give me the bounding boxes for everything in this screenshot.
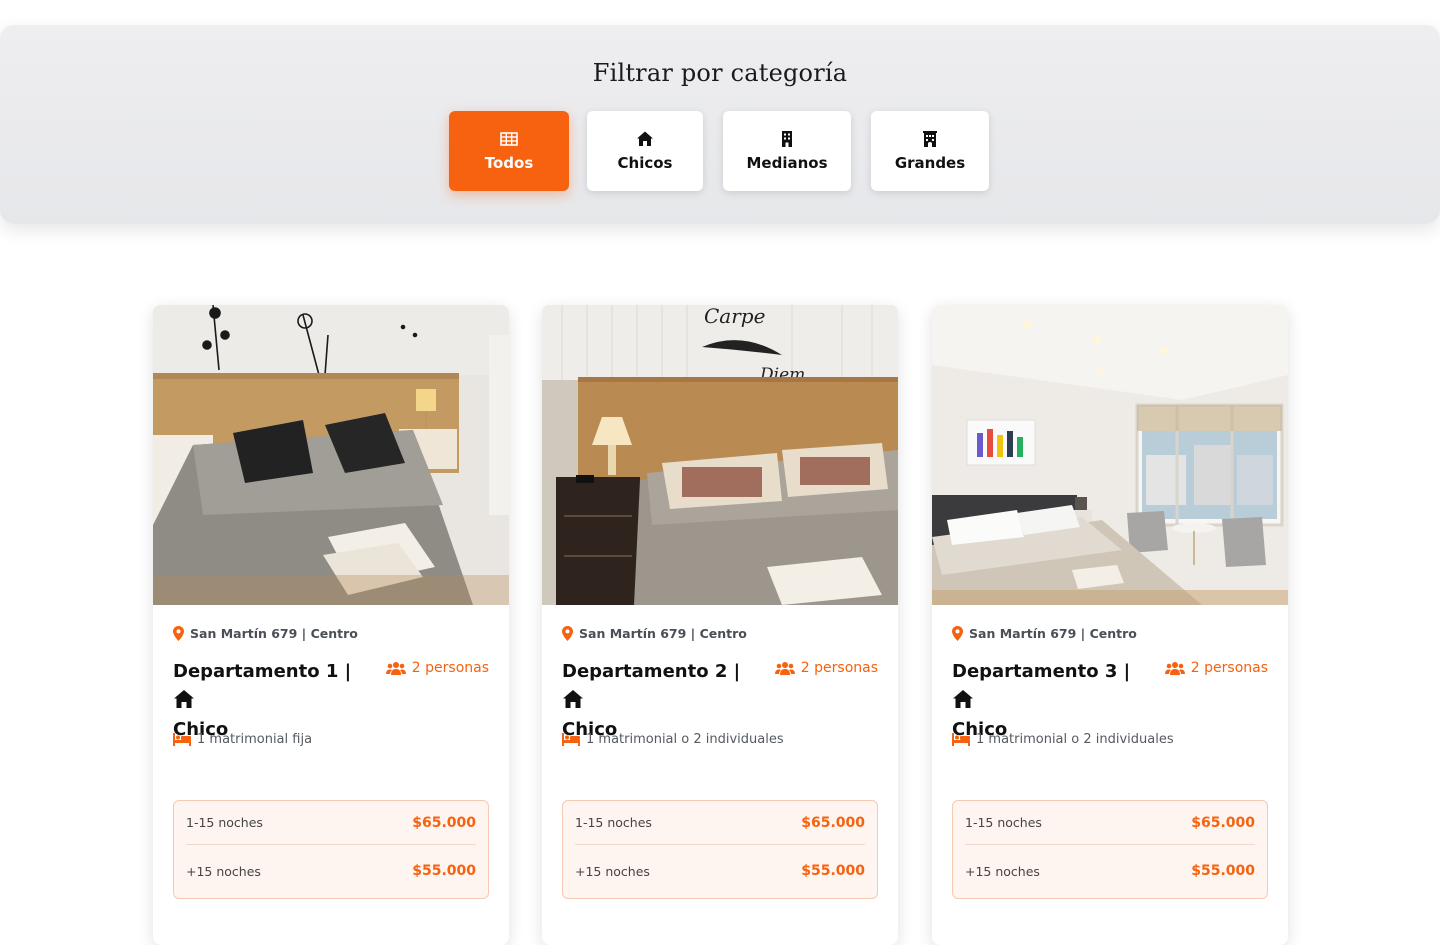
filter-button-label: Chicos (617, 154, 673, 172)
people-icon (1164, 661, 1185, 675)
price-table: 1-15 noches $65.000 +15 noches $55.000 (562, 800, 878, 899)
apartment-card-3[interactable]: San Martín 679 | Centro Departamento 3 |… (932, 305, 1288, 945)
beds-text: 1 matrimonial o 2 individuales (976, 732, 1174, 747)
category-filter-panel: Filtrar por categoría Todos Chicos Media… (0, 25, 1440, 224)
filter-button-grandes[interactable]: Grandes (871, 111, 989, 191)
filter-button-chicos[interactable]: Chicos (587, 111, 703, 191)
bedroom-photo (153, 305, 509, 605)
price-label: +15 noches (575, 863, 650, 879)
beds: 1 matrimonial fija (173, 732, 312, 747)
wall-text-carpe: Carpe (704, 305, 765, 328)
price-value: $65.000 (412, 814, 476, 831)
beds: 1 matrimonial o 2 individuales (952, 732, 1174, 747)
beds-text: 1 matrimonial o 2 individuales (586, 732, 784, 747)
people-icon (774, 661, 795, 675)
filter-button-label: Todos (484, 154, 534, 172)
home-icon (174, 690, 194, 708)
building-icon (782, 131, 792, 147)
apartment-card-2[interactable]: Carpe Diem San Martín 679 | Centro Depar… (542, 305, 898, 945)
capacity: 2 personas (774, 660, 878, 676)
price-row: +15 noches $55.000 (575, 849, 865, 893)
capacity-text: 2 personas (1190, 660, 1268, 676)
price-value: $65.000 (801, 814, 865, 831)
price-value: $55.000 (412, 863, 476, 879)
home-icon (637, 131, 653, 146)
price-row: 1-15 noches $65.000 (575, 801, 865, 845)
address: San Martín 679 | Centro (173, 626, 358, 641)
price-table: 1-15 noches $65.000 +15 noches $55.000 (173, 800, 489, 899)
capacity-text: 2 personas (411, 660, 489, 676)
apartment-title: Departamento 3 | Chico (952, 657, 1152, 744)
title-prefix: Departamento 2 | (562, 661, 741, 682)
people-icon (385, 661, 406, 675)
price-table: 1-15 noches $65.000 +15 noches $55.000 (952, 800, 1268, 899)
home-icon (953, 690, 973, 708)
price-label: +15 noches (186, 863, 261, 879)
title-prefix: Departamento 3 | (952, 661, 1131, 682)
filter-button-todos[interactable]: Todos (449, 111, 569, 191)
price-label: 1-15 noches (965, 815, 1042, 830)
filter-button-medianos[interactable]: Medianos (723, 111, 851, 191)
address-text: San Martín 679 | Centro (190, 626, 358, 641)
bed-icon (952, 733, 970, 746)
apartment-title: Departamento 2 | Chico (562, 657, 762, 744)
bed-icon (562, 733, 580, 746)
apartment-photo[interactable] (153, 305, 509, 605)
capacity: 2 personas (385, 660, 489, 676)
grid-icon (500, 132, 518, 146)
address-text: San Martín 679 | Centro (969, 626, 1137, 641)
capacity: 2 personas (1164, 660, 1268, 676)
map-pin-icon (173, 626, 184, 641)
price-value: $55.000 (1191, 863, 1255, 879)
apartment-title: Departamento 1 | Chico (173, 657, 373, 744)
home-icon (563, 690, 583, 708)
apartment-photo[interactable]: Carpe Diem (542, 305, 898, 605)
map-pin-icon (562, 626, 573, 641)
price-label: 1-15 noches (575, 815, 652, 830)
price-row: +15 noches $55.000 (186, 849, 476, 893)
price-row: 1-15 noches $65.000 (965, 801, 1255, 845)
apartment-card-1[interactable]: San Martín 679 | Centro Departamento 1 |… (153, 305, 509, 945)
capacity-text: 2 personas (800, 660, 878, 676)
map-pin-icon (952, 626, 963, 641)
bed-icon (173, 733, 191, 746)
price-row: 1-15 noches $65.000 (186, 801, 476, 845)
beds: 1 matrimonial o 2 individuales (562, 732, 784, 747)
address-text: San Martín 679 | Centro (579, 626, 747, 641)
bedroom-photo (932, 305, 1288, 605)
price-label: +15 noches (965, 863, 1040, 879)
apartment-photo[interactable] (932, 305, 1288, 605)
title-prefix: Departamento 1 | (173, 661, 352, 682)
filter-button-label: Medianos (746, 154, 828, 172)
address: San Martín 679 | Centro (952, 626, 1137, 641)
hotel-icon (923, 131, 937, 147)
price-row: +15 noches $55.000 (965, 849, 1255, 893)
price-label: 1-15 noches (186, 815, 263, 830)
bedroom-photo: Carpe Diem (542, 305, 898, 605)
price-value: $65.000 (1191, 814, 1255, 831)
price-value: $55.000 (801, 863, 865, 879)
beds-text: 1 matrimonial fija (197, 732, 313, 747)
filter-title: Filtrar por categoría (592, 59, 848, 87)
filter-button-label: Grandes (894, 154, 966, 172)
address: San Martín 679 | Centro (562, 626, 747, 641)
